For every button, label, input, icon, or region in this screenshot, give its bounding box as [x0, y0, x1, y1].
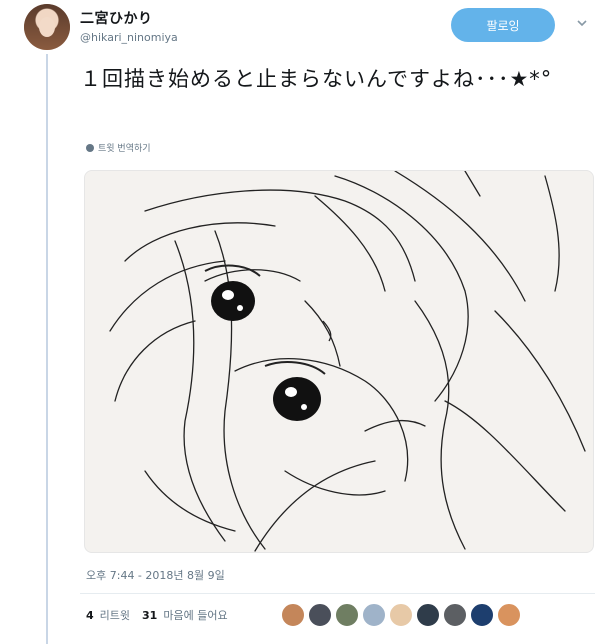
user-handle[interactable]: @hikari_ninomiya	[80, 31, 178, 44]
avatar-face	[39, 17, 55, 37]
globe-icon	[86, 143, 94, 152]
thread-line	[46, 54, 48, 644]
tweet-stats: 4 리트윗 31 마음에 들어요	[86, 607, 228, 623]
translate-label: 트윗 번역하기	[98, 144, 151, 154]
chevron-down-icon[interactable]	[576, 17, 588, 29]
liker-avatar[interactable]	[470, 603, 494, 627]
retweet-count[interactable]: 4	[86, 609, 94, 622]
tweet-timestamp[interactable]: 오후 7:44 - 2018년 8월 9일	[86, 567, 225, 583]
tweet-photo[interactable]	[84, 170, 594, 553]
tweet-text: １回描き始めると止まらないんですよね･･･★*°	[80, 67, 553, 91]
liker-avatar[interactable]	[389, 603, 413, 627]
liker-avatar[interactable]	[416, 603, 440, 627]
liker-avatars	[281, 603, 521, 627]
liker-avatar[interactable]	[362, 603, 386, 627]
avatar[interactable]	[24, 4, 70, 50]
liker-avatar[interactable]	[281, 603, 305, 627]
translate-tweet-link[interactable]: 트윗 번역하기	[86, 141, 151, 154]
following-button[interactable]: 팔로잉	[451, 8, 555, 42]
liker-avatar[interactable]	[308, 603, 332, 627]
liker-avatar[interactable]	[497, 603, 521, 627]
sketch-eyes	[211, 281, 321, 421]
like-count[interactable]: 31	[142, 609, 157, 622]
display-name[interactable]: 二宮ひかり	[80, 8, 153, 28]
liker-avatar[interactable]	[443, 603, 467, 627]
like-label[interactable]: 마음에 들어요	[163, 607, 227, 623]
divider	[80, 593, 595, 594]
sketch-drawing	[109, 171, 586, 552]
retweet-label[interactable]: 리트윗	[100, 607, 130, 623]
liker-avatar[interactable]	[335, 603, 359, 627]
